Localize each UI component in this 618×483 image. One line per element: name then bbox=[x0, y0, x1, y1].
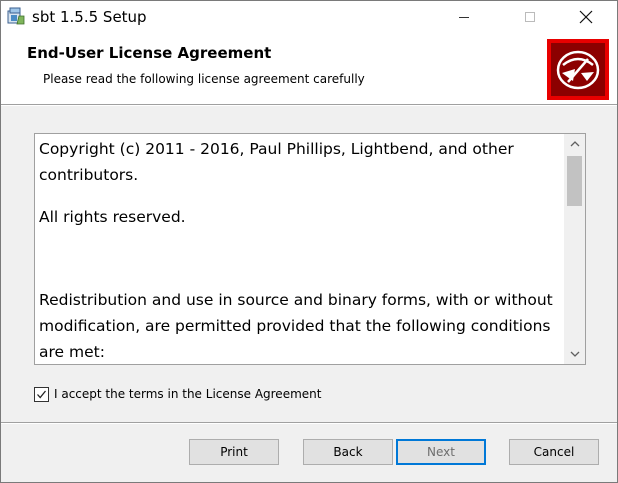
minimize-button[interactable] bbox=[441, 1, 487, 32]
checkmark-icon bbox=[37, 390, 47, 398]
accept-checkbox[interactable] bbox=[34, 386, 49, 402]
maximize-icon bbox=[525, 11, 535, 22]
license-paragraph: Copyright (c) 2011 - 2016, Paul Phillips… bbox=[39, 140, 514, 184]
setup-window: sbt 1.5.5 Setup End-User License Agreeme… bbox=[0, 0, 618, 483]
accept-label[interactable]: I accept the terms in the License Agreem… bbox=[54, 387, 321, 401]
close-icon bbox=[579, 10, 593, 23]
license-paragraph: Redistribution and use in source and bin… bbox=[39, 291, 553, 361]
cancel-button[interactable]: Cancel bbox=[509, 439, 599, 465]
header-banner: End-User License Agreement Please read t… bbox=[1, 32, 617, 104]
accept-terms-row[interactable]: I accept the terms in the License Agreem… bbox=[34, 384, 321, 404]
sbt-logo-icon bbox=[547, 39, 609, 100]
next-button[interactable]: Next bbox=[396, 439, 486, 465]
banner-divider-highlight bbox=[1, 105, 617, 106]
logo-inner bbox=[551, 43, 605, 96]
installer-icon bbox=[7, 7, 25, 25]
page-title: End-User License Agreement bbox=[27, 44, 272, 62]
scroll-up-button[interactable] bbox=[564, 134, 585, 154]
scroll-down-button[interactable] bbox=[564, 344, 585, 364]
print-button[interactable]: Print bbox=[189, 439, 279, 465]
close-button[interactable] bbox=[563, 1, 609, 32]
footer-divider-highlight bbox=[1, 423, 617, 424]
minimize-icon bbox=[459, 16, 469, 18]
license-paragraph: All rights reserved. bbox=[39, 208, 186, 226]
chevron-up-icon bbox=[570, 141, 579, 147]
title-bar[interactable]: sbt 1.5.5 Setup bbox=[1, 1, 617, 32]
back-button[interactable]: Back bbox=[303, 439, 393, 465]
maximize-button[interactable] bbox=[507, 1, 553, 32]
chevron-down-icon bbox=[570, 351, 579, 357]
license-text-area[interactable]: Copyright (c) 2011 - 2016, Paul Phillips… bbox=[34, 133, 586, 365]
window-title: sbt 1.5.5 Setup bbox=[32, 8, 147, 26]
vertical-scrollbar[interactable] bbox=[564, 134, 585, 364]
logo-mark bbox=[556, 50, 600, 90]
scrollbar-thumb[interactable] bbox=[567, 156, 582, 206]
page-subtitle: Please read the following license agreem… bbox=[43, 72, 365, 86]
